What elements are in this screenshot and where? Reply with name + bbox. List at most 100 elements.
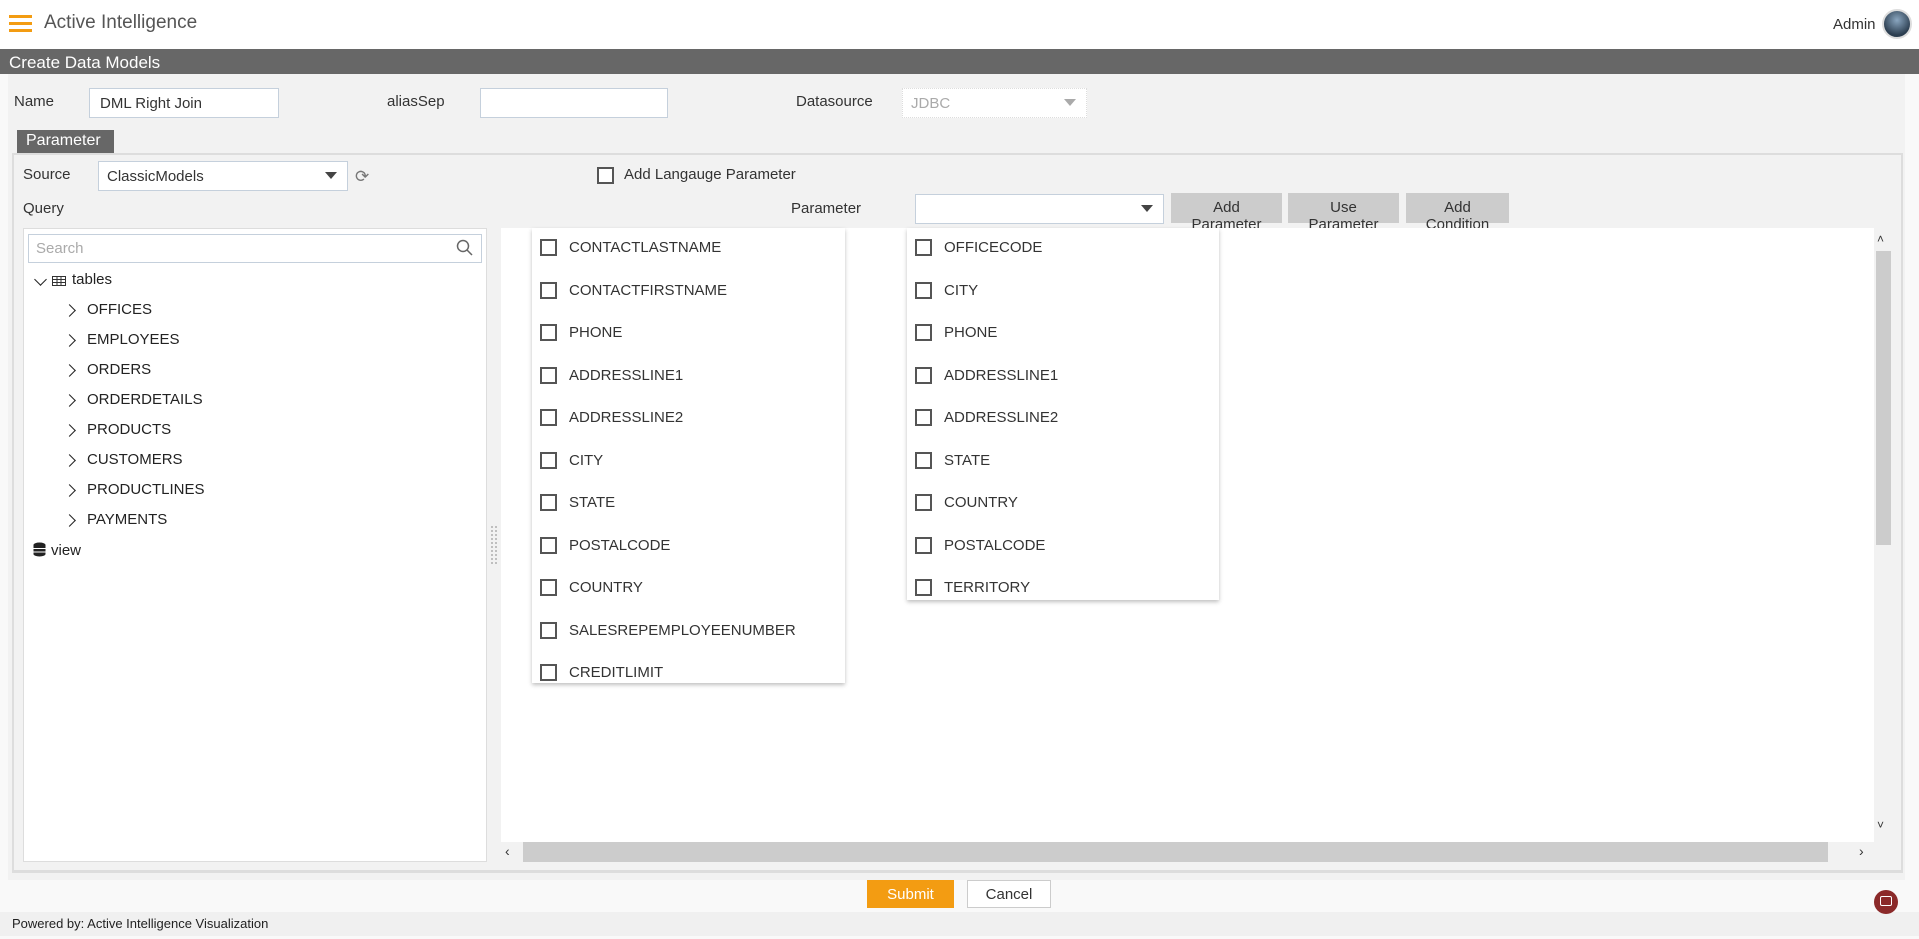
column-checkbox[interactable]	[915, 409, 932, 426]
tree-node-table[interactable]: EMPLOYEES	[87, 331, 180, 348]
column-checkbox[interactable]	[540, 281, 557, 299]
parameter-select[interactable]	[915, 194, 1164, 224]
page-title: Create Data Models	[0, 49, 1919, 74]
scrollbar-thumb[interactable]	[1876, 251, 1891, 545]
column-checkbox[interactable]	[540, 579, 557, 596]
column-checkbox[interactable]	[540, 409, 557, 426]
column-checkbox[interactable]	[915, 451, 932, 469]
column-checkbox[interactable]	[540, 494, 557, 511]
column-name: ADDRESSLINE2	[569, 409, 684, 426]
column-name: COUNTRY	[569, 579, 643, 596]
hamburger-menu-icon[interactable]	[9, 15, 32, 32]
tree-node-table[interactable]: ORDERDETAILS	[87, 391, 203, 408]
tree-node-table[interactable]: PRODUCTS	[87, 421, 171, 438]
column-checkbox[interactable]	[540, 536, 557, 554]
column-checkbox[interactable]	[915, 494, 932, 511]
tab-parameter[interactable]: Parameter	[17, 130, 114, 153]
column-option[interactable]: CITY	[532, 451, 845, 471]
cancel-button[interactable]: Cancel	[967, 880, 1051, 908]
column-checkbox[interactable]	[540, 239, 557, 256]
column-option[interactable]: POSTALCODE	[907, 536, 1219, 556]
column-option[interactable]: COUNTRY	[907, 493, 1219, 513]
splitter-handle[interactable]	[490, 525, 498, 565]
scroll-up-icon[interactable]: ˄	[1877, 232, 1884, 246]
column-checkbox[interactable]	[540, 324, 557, 341]
tree-node-table[interactable]: CUSTOMERS	[87, 451, 183, 468]
column-option[interactable]: ADDRESSLINE1	[907, 366, 1219, 386]
column-option[interactable]: CONTACTLASTNAME	[532, 238, 845, 258]
column-checkbox[interactable]	[915, 579, 932, 596]
name-input[interactable]: DML Right Join	[89, 88, 279, 118]
column-option[interactable]: CREDITLIMIT	[532, 663, 845, 683]
column-option[interactable]: ADDRESSLINE1	[532, 366, 845, 386]
column-option[interactable]: COUNTRY	[532, 578, 845, 598]
chevron-down-icon	[1064, 99, 1076, 106]
column-option[interactable]: TERRITORY	[907, 578, 1219, 598]
column-option[interactable]: SALESREPEMPLOYEENUMBER	[532, 621, 845, 641]
column-option[interactable]: CONTACTFIRSTNAME	[532, 281, 845, 301]
chat-icon[interactable]	[1874, 890, 1898, 914]
source-select[interactable]: ClassicModels	[98, 161, 348, 191]
column-name: ADDRESSLINE1	[944, 366, 1059, 384]
column-checkbox[interactable]	[915, 536, 932, 554]
column-name: COUNTRY	[944, 494, 1018, 511]
add-condition-button[interactable]: Add Condition	[1406, 193, 1509, 233]
use-parameter-button[interactable]: Use Parameter	[1288, 193, 1399, 233]
column-option[interactable]: PHONE	[532, 323, 845, 343]
scroll-down-icon[interactable]: ˅	[1877, 818, 1884, 832]
column-option[interactable]: STATE	[907, 451, 1219, 471]
scroll-right-icon[interactable]: ›	[1859, 843, 1864, 859]
tree-node-table[interactable]: OFFICES	[87, 301, 152, 318]
column-option[interactable]: CITY	[907, 281, 1219, 301]
scrollbar-thumb[interactable]	[523, 842, 1828, 862]
column-name: CITY	[944, 281, 979, 299]
column-name: CITY	[569, 451, 604, 469]
language-parameter-checkbox[interactable]	[597, 167, 614, 184]
column-option[interactable]: POSTALCODE	[532, 536, 845, 556]
tree-node-table[interactable]: PRODUCTLINES	[87, 481, 205, 498]
avatar[interactable]	[1882, 9, 1912, 39]
column-checkbox[interactable]	[540, 366, 557, 384]
column-option[interactable]: ADDRESSLINE2	[532, 408, 845, 428]
column-option[interactable]: OFFICECODE	[907, 238, 1219, 258]
tree-node-tables[interactable]: tables	[72, 271, 112, 288]
datasource-value: JDBC	[911, 95, 951, 112]
aliassep-input[interactable]	[480, 88, 668, 118]
column-name: CONTACTLASTNAME	[569, 239, 722, 256]
chevron-down-icon	[325, 172, 337, 179]
language-parameter-label: Add Langauge Parameter	[624, 166, 796, 183]
name-label: Name	[14, 93, 55, 110]
horizontal-scrollbar[interactable]: ‹ ›	[501, 842, 1874, 862]
column-checkbox[interactable]	[540, 664, 557, 681]
column-option[interactable]: PHONE	[907, 323, 1219, 343]
column-name: SALESREPEMPLOYEENUMBER	[569, 621, 796, 639]
column-checkbox[interactable]	[915, 324, 932, 341]
tree-node-view[interactable]: view	[51, 542, 81, 559]
scroll-left-icon[interactable]: ‹	[505, 843, 510, 859]
refresh-icon[interactable]: ⟳	[355, 167, 369, 187]
vertical-scrollbar[interactable]: ˄ ˅	[1874, 228, 1893, 842]
column-checkbox[interactable]	[915, 281, 932, 299]
tree-node-table[interactable]: ORDERS	[87, 361, 151, 378]
search-icon[interactable]	[456, 239, 474, 257]
column-checkbox[interactable]	[540, 451, 557, 469]
column-checkbox[interactable]	[540, 621, 557, 639]
add-parameter-button[interactable]: Add Parameter	[1171, 193, 1282, 233]
submit-button[interactable]: Submit	[867, 880, 954, 908]
column-name: CREDITLIMIT	[569, 664, 664, 681]
source-label: Source	[23, 166, 71, 183]
datasource-select[interactable]: JDBC	[902, 88, 1087, 118]
columns-list-right: OFFICECODE CITY PHONE ADDRESSLINE1 ADDRE…	[907, 228, 1219, 600]
column-name: ADDRESSLINE2	[944, 409, 1059, 426]
chevron-down-icon	[1141, 205, 1153, 212]
datasource-label: Datasource	[796, 93, 873, 110]
column-checkbox[interactable]	[915, 239, 932, 256]
column-checkbox[interactable]	[915, 366, 932, 384]
table-tree	[23, 228, 487, 862]
column-option[interactable]: STATE	[532, 493, 845, 513]
tree-node-table[interactable]: PAYMENTS	[87, 511, 167, 528]
user-name[interactable]: Admin	[1833, 16, 1876, 33]
column-option[interactable]: ADDRESSLINE2	[907, 408, 1219, 428]
tree-search-input[interactable]: Search	[28, 234, 482, 263]
app-title: Active Intelligence	[44, 12, 198, 33]
